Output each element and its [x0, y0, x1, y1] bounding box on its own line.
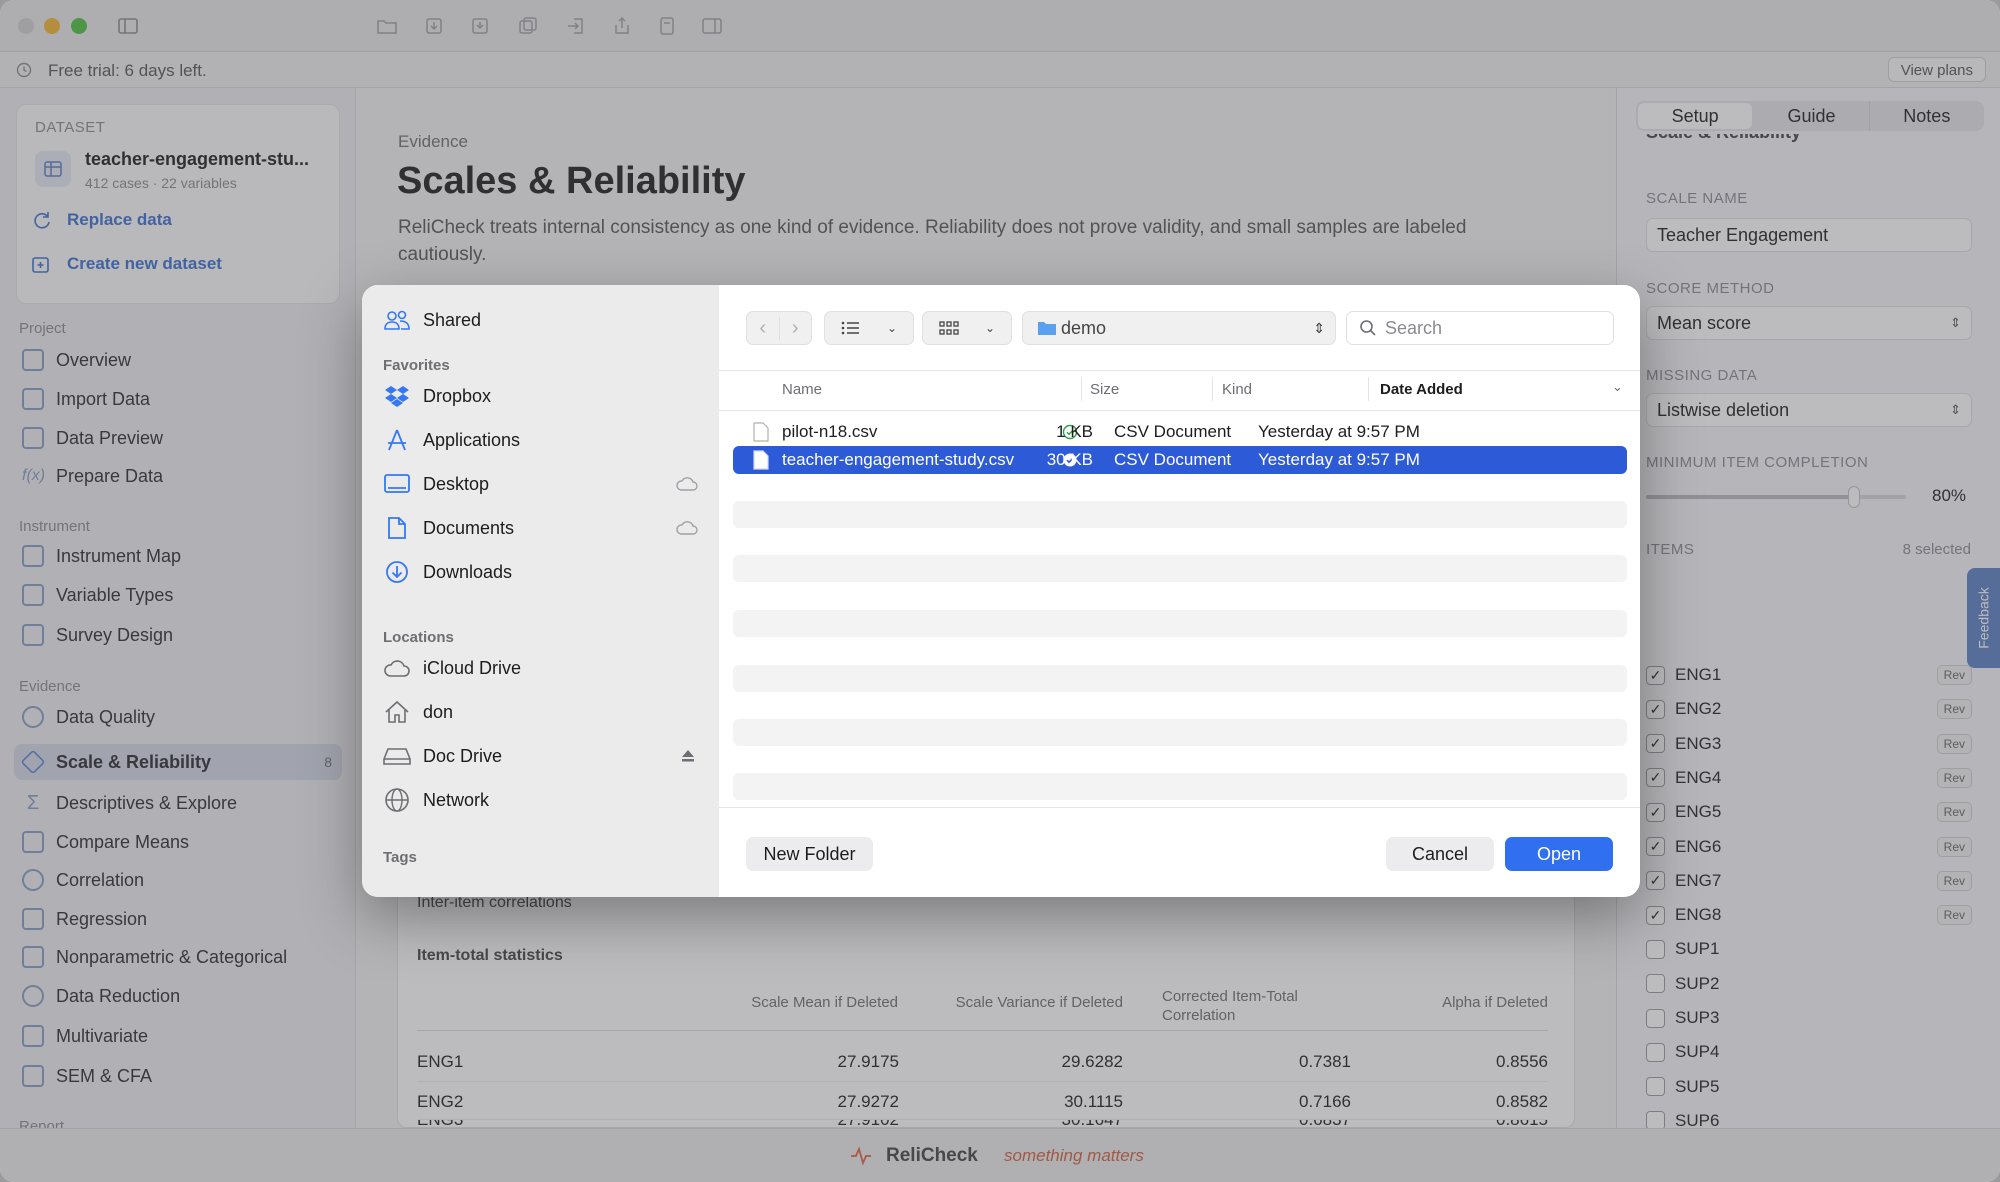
- icloud-icon: [676, 477, 698, 491]
- file-date: Yesterday at 9:57 PM: [1258, 450, 1420, 469]
- applications-icon: [388, 429, 406, 451]
- downloads-icon: [386, 561, 408, 583]
- empty-row: [733, 719, 1627, 746]
- eject-icon[interactable]: [681, 749, 695, 763]
- sidebar-item-documents[interactable]: Documents: [383, 511, 703, 545]
- locations-label: Locations: [383, 629, 454, 646]
- empty-row: [733, 665, 1627, 692]
- tags-label: Tags: [383, 849, 417, 866]
- empty-row: [733, 773, 1627, 800]
- file-name: pilot-n18.csv: [782, 422, 878, 441]
- file-size: 1 KB: [1056, 422, 1093, 441]
- sidebar-item-doc-drive[interactable]: Doc Drive: [383, 739, 703, 773]
- sidebar-item-desktop[interactable]: Desktop: [383, 467, 703, 501]
- sidebar-label: Dropbox: [423, 385, 492, 406]
- dialog-sidebar: Shared Favorites Dropbox Applications De…: [362, 285, 719, 897]
- sidebar-label: Network: [423, 789, 490, 810]
- sidebar-label: Shared: [423, 309, 482, 330]
- empty-row: [733, 610, 1627, 637]
- icloud-icon: [676, 521, 698, 535]
- favorites-label: Favorites: [383, 357, 450, 374]
- sidebar-label: Documents: [423, 517, 515, 538]
- file-name: teacher-engagement-study.csv: [782, 450, 1015, 469]
- sidebar-item-network[interactable]: Network: [383, 783, 703, 817]
- shared-people-icon: [384, 310, 410, 330]
- documents-icon: [388, 517, 406, 539]
- sidebar-item-downloads[interactable]: Downloads: [383, 555, 703, 589]
- file-date: Yesterday at 9:57 PM: [1258, 422, 1420, 441]
- sidebar-label: don: [423, 701, 454, 722]
- file-row[interactable]: teacher-engagement-study.csv 30 KB CSV D…: [733, 446, 1627, 474]
- sidebar-item-shared[interactable]: Shared: [383, 303, 703, 337]
- file-kind: CSV Document: [1114, 422, 1232, 441]
- sidebar-label: Desktop: [423, 473, 490, 494]
- csv-file-icon: [753, 422, 769, 442]
- dropbox-icon: [385, 386, 409, 407]
- footer-divider: [719, 807, 1640, 808]
- csv-file-icon: [753, 450, 769, 470]
- app-window: Free trial: 6 days left. View plans DATA…: [0, 0, 2000, 1182]
- empty-row: [733, 501, 1627, 528]
- new-folder-button[interactable]: New Folder: [746, 837, 873, 871]
- home-icon: [385, 700, 409, 723]
- network-globe-icon: [385, 788, 409, 812]
- sidebar-item-home[interactable]: don: [383, 695, 703, 729]
- sidebar-item-applications[interactable]: Applications: [383, 423, 703, 457]
- desktop-icon: [384, 474, 410, 493]
- file-row[interactable]: pilot-n18.csv 1 KB CSV Document Yesterda…: [733, 418, 1627, 446]
- cancel-button[interactable]: Cancel: [1386, 837, 1494, 871]
- sidebar-label: Doc Drive: [423, 745, 503, 766]
- sidebar-label: Applications: [423, 429, 521, 450]
- external-drive-icon: [383, 748, 411, 765]
- file-list: pilot-n18.csv 1 KB CSV Document Yesterda…: [719, 285, 1640, 897]
- sidebar-label: Downloads: [423, 561, 513, 582]
- file-size: 30 KB: [1046, 450, 1093, 469]
- open-button[interactable]: Open: [1505, 837, 1613, 871]
- icloud-drive-icon: [384, 660, 410, 677]
- sidebar-item-icloud-drive[interactable]: iCloud Drive: [383, 651, 703, 685]
- empty-row: [733, 555, 1627, 582]
- sidebar-label: iCloud Drive: [423, 657, 522, 678]
- file-kind: CSV Document: [1114, 450, 1232, 469]
- sidebar-item-dropbox[interactable]: Dropbox: [383, 379, 703, 413]
- open-file-dialog: Shared Favorites Dropbox Applications De…: [362, 285, 1640, 897]
